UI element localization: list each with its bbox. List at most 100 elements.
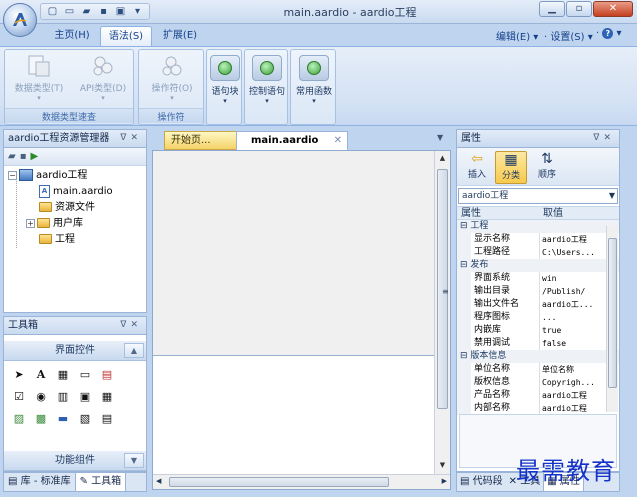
property-row[interactable]: 禁用调试 false [457, 337, 619, 350]
property-value[interactable]: 单位名称 [542, 363, 604, 376]
tree-item-resources[interactable]: 资源文件 [39, 200, 95, 216]
pin-close-icons[interactable]: ᐁ✕ [593, 130, 615, 147]
image-tool-icon[interactable]: ▨ [10, 411, 28, 427]
form-designer-area[interactable] [153, 151, 435, 356]
property-category[interactable]: ⊟ 发布 [457, 259, 619, 272]
property-row[interactable]: 显示名称 aardio工程 [457, 233, 619, 246]
scroll-left-icon[interactable]: ◀ [156, 477, 161, 485]
property-value[interactable]: aardio工程 [542, 233, 604, 246]
listview-tool-icon[interactable]: ▦ [98, 389, 116, 405]
operator-button[interactable]: 操作符(O) ▾ [142, 54, 202, 102]
scroll-up-icon[interactable]: ▲ [437, 154, 448, 162]
code-editor[interactable]: ▲ ▼ ◀ ▶ [152, 150, 451, 490]
app-menu-button[interactable] [3, 3, 37, 37]
plus-tool-icon[interactable]: ▩ [32, 411, 50, 427]
scroll-down-icon[interactable]: ▼ [437, 461, 448, 469]
common-functions-button[interactable]: 常用函数 ▾ [284, 54, 344, 105]
data-type-button[interactable]: 数据类型(T) ▾ [9, 54, 69, 102]
tab-toolbox[interactable]: ✎ 工具箱 [74, 473, 127, 491]
property-value[interactable]: C:\Users... [542, 246, 604, 259]
collapse-icon[interactable]: ⊟ [460, 351, 470, 361]
property-row[interactable]: 内嵌库 true [457, 324, 619, 337]
categorized-button[interactable]: ▦ 分类 [495, 151, 527, 184]
combobox-tool-icon[interactable]: ▧ [76, 411, 94, 427]
static-text-tool-icon[interactable]: A [32, 367, 50, 383]
collapse-icon[interactable]: ⊟ [460, 221, 470, 231]
collapse-icon[interactable]: − [8, 170, 17, 180]
collapse-icon[interactable]: ⊟ [460, 260, 470, 270]
property-row[interactable]: 界面系统 win [457, 272, 619, 285]
property-value[interactable]: win [542, 272, 604, 285]
property-scrollbar[interactable] [606, 226, 618, 412]
property-category[interactable]: ⊟ 版本信息 [457, 350, 619, 363]
save-icon[interactable]: ▪ [20, 151, 27, 162]
property-category[interactable]: ⊟ 工程 [457, 220, 619, 233]
property-value[interactable]: true [542, 324, 604, 337]
tree-item-user-lib[interactable]: + 用户库 [26, 216, 83, 232]
tab-extend[interactable]: 扩展(E) [154, 26, 206, 46]
property-value[interactable]: Copyrigh... [542, 376, 604, 389]
splitter-grip-icon[interactable]: ≡ [442, 287, 449, 296]
property-row[interactable]: 产品名称 aardio工程 [457, 389, 619, 402]
flag-tool-icon[interactable]: ▤ [98, 367, 116, 383]
customize-icon[interactable]: ▾ [130, 5, 145, 18]
radio-tool-icon[interactable]: ◉ [32, 389, 50, 405]
object-selector[interactable]: aardio工程 ▼ [458, 188, 618, 204]
property-value[interactable]: ... [542, 311, 604, 324]
horizontal-scrollbar[interactable]: ◀ ▶ [153, 474, 450, 489]
tab-syntax[interactable]: 语法(S) [100, 26, 152, 46]
property-value[interactable]: aardio工... [542, 298, 604, 311]
tab-std-lib[interactable]: ▤ 库 - 标准库 [4, 473, 75, 491]
pin-close-icons[interactable]: ᐁ✕ [120, 317, 142, 334]
edit-tool-icon[interactable]: ▥ [54, 389, 72, 405]
tree-item-project[interactable]: − aardio工程 [8, 168, 87, 184]
property-row[interactable]: 程序图标... [457, 311, 619, 324]
open-icon[interactable]: ▰ [79, 5, 94, 18]
scroll-right-icon[interactable]: ▶ [442, 477, 447, 485]
save-all-icon[interactable]: ▣ [113, 5, 128, 18]
property-value[interactable]: /Publish/ [542, 285, 604, 298]
checkbox-tool-icon[interactable]: ☑ [10, 389, 28, 405]
picture-tool-icon[interactable]: ▦ [54, 367, 72, 383]
collapse-up-icon[interactable]: ▲ [124, 343, 144, 358]
expand-icon[interactable]: + [26, 218, 35, 228]
pin-close-icons[interactable]: ᐁ✕ [120, 130, 142, 147]
property-row[interactable]: 工程路径 C:\Users... [457, 246, 619, 259]
insert-button[interactable]: ⇦ 插入 [461, 151, 493, 180]
scroll-thumb[interactable] [169, 477, 389, 487]
toolbox-section-components[interactable]: 功能组件 ▼ [4, 451, 146, 471]
new-icon[interactable]: ▢ [45, 5, 60, 18]
window-icon[interactable]: ▭ [62, 5, 77, 18]
button-tool-icon[interactable]: ▭ [76, 367, 94, 383]
tab-start-page[interactable]: 开始页... [164, 131, 240, 150]
scroll-thumb[interactable] [608, 238, 617, 388]
tab-snippets[interactable]: ▤ 代码段 [457, 473, 506, 491]
open-folder-icon[interactable]: ▰ [8, 151, 16, 162]
save-icon[interactable]: ▪ [96, 5, 111, 18]
property-value[interactable]: false [542, 337, 604, 350]
property-row[interactable]: 输出文件名 aardio工... [457, 298, 619, 311]
expand-down-icon[interactable]: ▼ [124, 453, 144, 468]
edit-menu[interactable]: 编辑(E) ▾ [496, 28, 538, 43]
run-icon[interactable]: ▶ [30, 151, 38, 162]
toolbox-section-ui-controls[interactable]: 界面控件 ▲ [4, 341, 146, 361]
minimize-button[interactable]: ▁ [539, 1, 565, 17]
document-list-dropdown-icon[interactable]: ▼ [437, 133, 443, 142]
tab-home[interactable]: 主页(H) [46, 26, 98, 46]
tab-main-aardio[interactable]: main.aardio ✕ [236, 131, 348, 150]
help-button[interactable]: · ? ▾ [596, 28, 622, 39]
tree-item-project-folder[interactable]: 工程 [39, 232, 75, 248]
property-value[interactable]: aardio工程 [542, 389, 604, 402]
property-row[interactable]: 单位名称 单位名称 [457, 363, 619, 376]
vertical-scrollbar[interactable]: ▲ ▼ [434, 151, 450, 475]
pointer-tool-icon[interactable]: ➤ [10, 367, 28, 383]
property-row[interactable]: 版权信息 Copyrigh... [457, 376, 619, 389]
property-row[interactable]: 输出目录/Publish/ [457, 285, 619, 298]
grid-tool-icon[interactable]: ▤ [98, 411, 116, 427]
alphabetical-button[interactable]: ⇅ 顺序 [531, 151, 563, 180]
api-type-button[interactable]: API类型(D) ▾ [73, 54, 133, 102]
settings-menu[interactable]: · 设置(S) ▾ [544, 28, 593, 43]
progress-tool-icon[interactable]: ▬ [54, 411, 72, 427]
restore-button[interactable]: ▫ [566, 1, 592, 17]
tree-item-main-aardio[interactable]: Amain.aardio [39, 184, 113, 200]
